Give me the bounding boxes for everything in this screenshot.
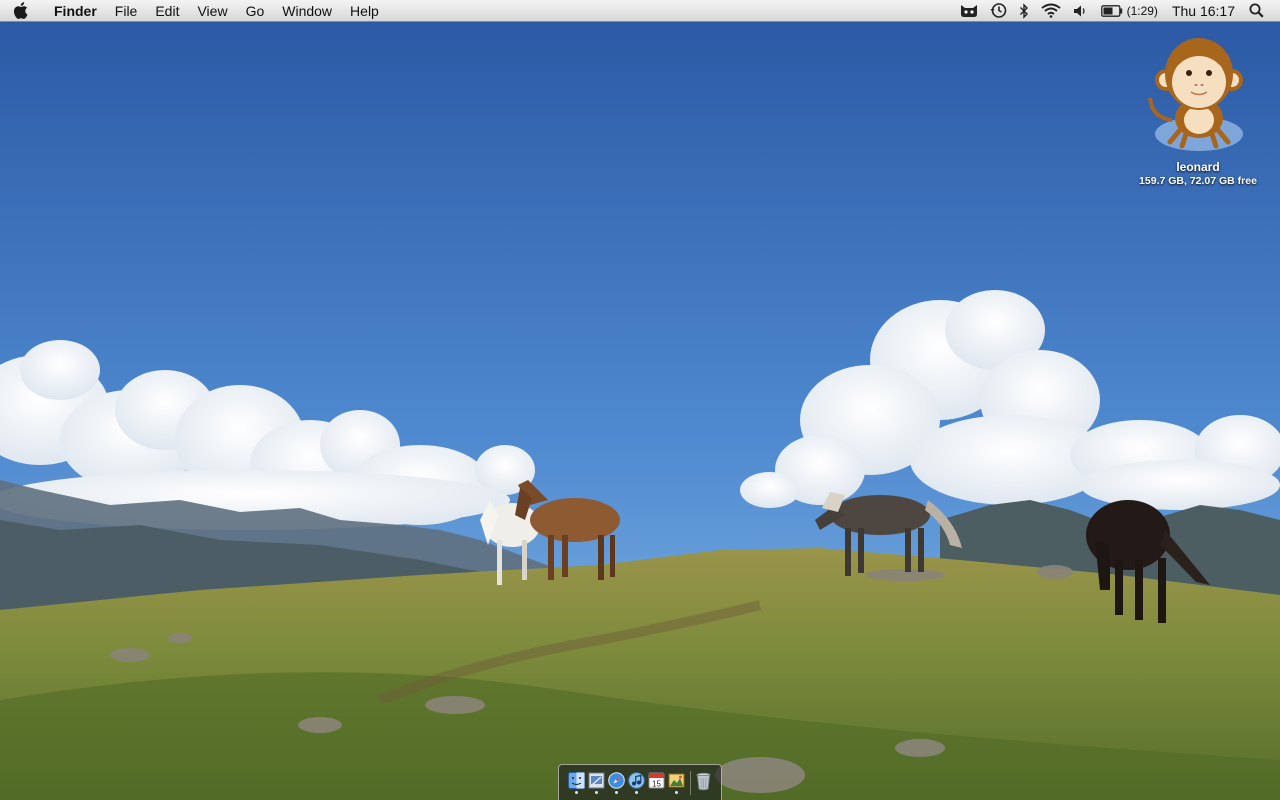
menu-go[interactable]: Go <box>237 0 274 22</box>
menu-extra-time-machine[interactable] <box>984 0 1013 22</box>
battery-time: (1:29) <box>1126 3 1158 18</box>
running-indicator <box>575 790 578 794</box>
search-icon <box>1249 3 1264 18</box>
desktop-disk-icon[interactable]: leonard 159.7 GB, 72.07 GB free <box>1128 30 1268 187</box>
menu-bar-extras: (1:29) Thu 16:17 <box>954 0 1280 22</box>
menu-edit[interactable]: Edit <box>146 0 188 22</box>
calendar-icon: 15 <box>648 772 665 788</box>
menu-extra-volume[interactable] <box>1067 0 1095 22</box>
disk-name: leonard <box>1176 160 1220 174</box>
desktop[interactable]: Finder File Edit View Go Window Help (1:… <box>0 0 1280 800</box>
wifi-icon <box>1040 3 1061 18</box>
spotlight-button[interactable] <box>1243 0 1270 22</box>
menu-extra-wifi[interactable] <box>1035 0 1067 22</box>
menu-extra-bluetooth[interactable] <box>1013 0 1035 22</box>
menu-view[interactable]: View <box>188 0 236 22</box>
menu-app-finder[interactable]: Finder <box>40 0 106 22</box>
menu-clock[interactable]: Thu 16:17 <box>1164 0 1243 22</box>
menu-help[interactable]: Help <box>341 0 388 22</box>
itunes-icon <box>628 771 645 789</box>
dock-item-finder[interactable] <box>568 771 586 794</box>
apple-menu[interactable] <box>0 0 40 22</box>
monkey-disk-icon <box>1148 38 1243 151</box>
desktop-wallpaper <box>0 0 1280 800</box>
time-machine-icon <box>990 3 1006 18</box>
mail-icon <box>588 772 605 788</box>
calendar-date: 15 <box>652 779 661 788</box>
running-indicator <box>615 790 618 794</box>
menu-bar: Finder File Edit View Go Window Help (1:… <box>0 0 1280 22</box>
dock-item-iphoto[interactable] <box>668 772 686 794</box>
running-indicator <box>635 790 638 794</box>
dock-item-trash[interactable] <box>695 772 713 794</box>
dock-item-mail[interactable] <box>588 772 606 794</box>
dock-item-safari[interactable] <box>608 771 626 794</box>
menu-extra-cat[interactable] <box>954 0 984 22</box>
apple-icon <box>13 2 27 19</box>
menu-extra-battery[interactable]: (1:29) <box>1095 0 1164 22</box>
menu-window[interactable]: Window <box>273 0 341 22</box>
trash-icon <box>696 772 711 790</box>
finder-icon <box>568 771 585 789</box>
dock-item-ical[interactable]: 15 <box>648 772 666 794</box>
menu-bar-left: Finder File Edit View Go Window Help <box>0 0 388 22</box>
menu-file[interactable]: File <box>106 0 147 22</box>
safari-icon <box>608 771 625 789</box>
dock: 15 <box>558 764 722 800</box>
cat-icon <box>960 4 977 17</box>
iphoto-icon <box>668 773 685 787</box>
running-indicator <box>595 790 598 794</box>
dock-divider <box>689 770 691 795</box>
running-indicator <box>675 790 678 794</box>
disk-info: 159.7 GB, 72.07 GB free <box>1139 175 1257 187</box>
battery-icon <box>1100 4 1122 17</box>
bluetooth-icon <box>1019 2 1028 19</box>
volume-icon <box>1073 5 1085 16</box>
dock-item-itunes[interactable] <box>628 771 646 794</box>
